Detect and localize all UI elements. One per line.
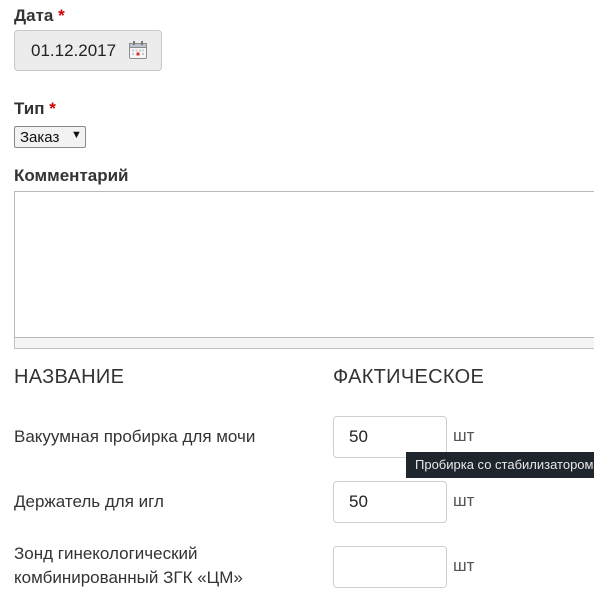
unit-label: шт xyxy=(453,426,475,445)
unit-label: шт xyxy=(453,491,475,510)
column-header-name: НАЗВАНИЕ xyxy=(14,366,125,388)
quantity-input[interactable]: 50 xyxy=(333,481,447,523)
required-mark: * xyxy=(58,6,65,25)
date-label-text: Дата xyxy=(14,6,54,25)
comment-label: Комментарий xyxy=(14,166,129,185)
required-mark: * xyxy=(49,99,56,118)
date-value: 01.12.2017 xyxy=(31,41,117,60)
date-field[interactable]: 01.12.2017 xyxy=(14,30,162,71)
quantity-value: 50 xyxy=(349,427,368,446)
calendar-icon[interactable] xyxy=(128,40,148,60)
row-name-needle-holder: Держатель для игл xyxy=(14,492,164,511)
type-label: Тип * xyxy=(14,99,56,119)
row-name-vacuum-tube: Вакуумная пробирка для мочи xyxy=(14,427,256,446)
chevron-down-icon: ▼ xyxy=(71,129,82,141)
type-label-text: Тип xyxy=(14,99,45,118)
date-label: Дата * xyxy=(14,6,65,26)
row-name-line2: комбинированный ЗГК «ЦМ» xyxy=(14,568,243,587)
column-header-actual: ФАКТИЧЕСКОЕ xyxy=(333,366,485,388)
row-name-line1: Зонд гинекологический xyxy=(14,544,198,563)
textarea-resize-handle[interactable] xyxy=(14,338,594,349)
quantity-value: 50 xyxy=(349,492,368,511)
comment-textarea[interactable] xyxy=(14,191,594,338)
type-select[interactable]: Заказ ▼ xyxy=(14,126,86,148)
row-name-gyn-probe: Зонд гинекологический комбинированный ЗГ… xyxy=(14,542,314,590)
unit-label: шт xyxy=(453,556,475,575)
quantity-input[interactable] xyxy=(333,546,447,588)
tooltip: Пробирка со стабилизатором xyxy=(406,452,594,478)
type-select-value: Заказ xyxy=(20,129,60,146)
